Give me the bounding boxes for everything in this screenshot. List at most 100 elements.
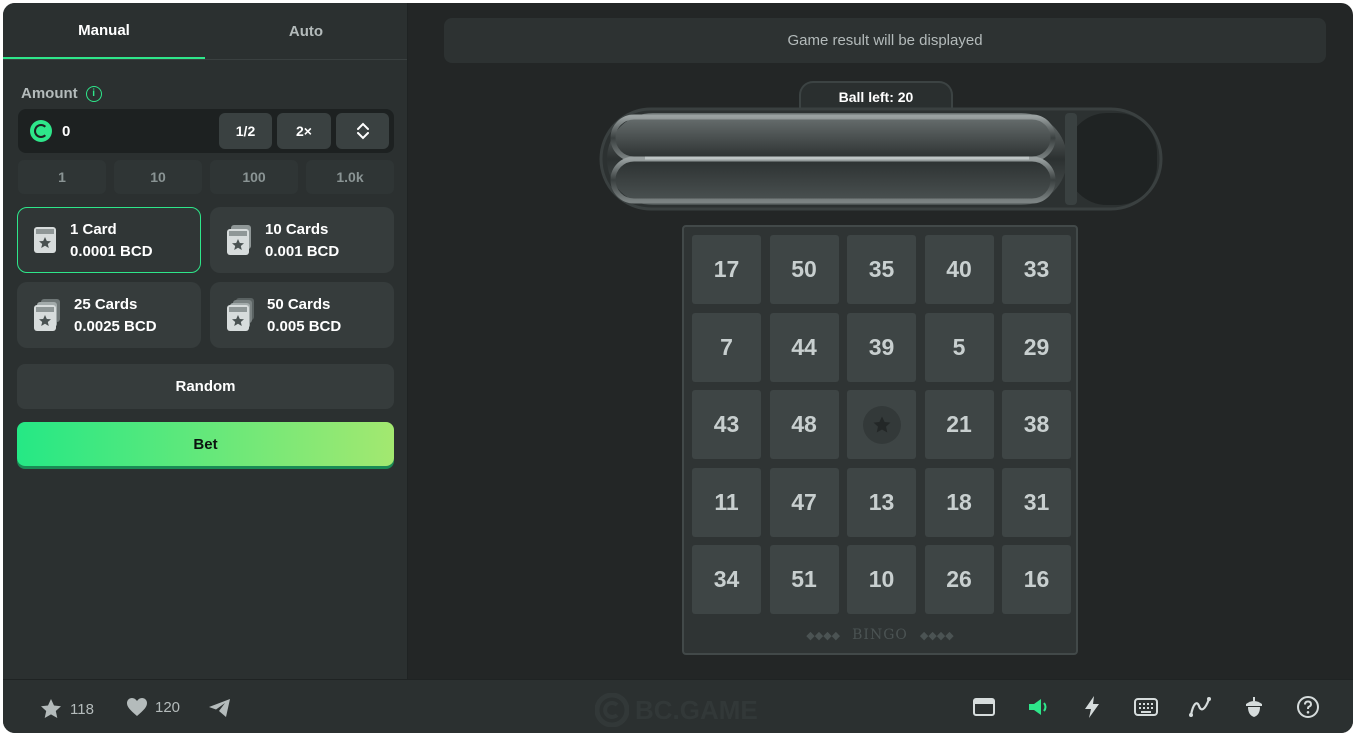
bingo-cell: 51 <box>769 545 839 614</box>
bingo-cell: 47 <box>769 467 839 537</box>
bingo-grid: 17 50 35 40 33 7 44 39 5 29 43 48 21 38 … <box>692 235 1071 614</box>
bingo-cell: 7 <box>692 312 761 382</box>
seed-button[interactable] <box>1242 695 1266 719</box>
amount-stepper[interactable] <box>336 113 389 149</box>
card-option-title: 25 Cards <box>74 295 138 313</box>
amount-input[interactable] <box>62 122 202 140</box>
bingo-cell: 39 <box>847 312 916 382</box>
bingo-cell: 26 <box>924 545 994 614</box>
help-icon <box>1297 696 1319 718</box>
card-option-title: 10 Cards <box>265 220 329 238</box>
like-button[interactable]: 120 <box>126 697 180 717</box>
bingo-cards-icon <box>227 225 251 255</box>
ball-tube: Ball left: 20 <box>599 81 1164 211</box>
bingo-cell: 44 <box>769 312 839 382</box>
ball-tube-graphic <box>599 107 1163 211</box>
chevron-up-icon[interactable] <box>356 122 369 130</box>
bingo-cell: 40 <box>924 235 994 304</box>
bingo-free-cell <box>847 390 916 459</box>
bingo-cell: 10 <box>847 545 916 614</box>
bingo-cell: 50 <box>769 235 839 304</box>
window-mode-button[interactable] <box>972 695 996 719</box>
tab-auto[interactable]: Auto <box>205 3 407 59</box>
card-option-title: 1 Card <box>70 220 117 238</box>
acorn-icon <box>1246 697 1262 717</box>
bingo-cards-icon <box>34 299 60 331</box>
window-icon <box>973 698 995 716</box>
diamond-decoration-icon: ◆◆◆◆ <box>919 628 954 642</box>
bingo-cell: 18 <box>924 467 994 537</box>
bingo-cell: 11 <box>692 467 761 537</box>
info-icon[interactable]: i <box>85 85 102 102</box>
likes-count: 120 <box>155 698 181 716</box>
bingo-cards-icon <box>227 298 254 331</box>
keyboard-button[interactable] <box>1134 695 1158 719</box>
hotkeys-button[interactable] <box>1080 695 1104 719</box>
half-button[interactable]: 1/2 <box>219 113 272 149</box>
keyboard-icon <box>1134 698 1158 716</box>
bingo-cell: 34 <box>692 545 761 614</box>
card-option-price: 0.005 BCD <box>267 317 342 335</box>
telegram-icon <box>209 699 230 717</box>
quick-amounts: 1 10 100 1.0k <box>18 160 394 194</box>
bc-logo-icon <box>595 693 629 727</box>
bingo-card-icon <box>34 227 56 253</box>
card-option-price: 0.0001 BCD <box>70 242 153 260</box>
help-button[interactable] <box>1296 695 1320 719</box>
bingo-cell: 35 <box>847 235 916 304</box>
bc-game-logo: BC.GAME <box>595 693 758 727</box>
bingo-cell: 33 <box>1002 235 1071 304</box>
card-option-10[interactable]: 10 Cards 0.001 BCD <box>210 207 394 273</box>
mode-tabs: Manual Auto <box>3 3 407 60</box>
heart-icon <box>127 698 147 716</box>
bingo-cell: 48 <box>769 390 839 459</box>
speaker-icon <box>1029 699 1047 715</box>
favorite-button[interactable]: 118 <box>39 697 94 721</box>
card-option-title: 50 Cards <box>267 295 331 313</box>
route-icon <box>1189 697 1211 717</box>
star-icon <box>41 699 61 718</box>
game-window: Manual Auto Amount i 1/2 2× 1 10 100 1.0… <box>3 3 1353 733</box>
chevron-down-icon[interactable] <box>356 132 369 140</box>
amount-field: 1/2 2× <box>18 109 394 153</box>
bingo-footer-label: BINGO <box>852 627 908 643</box>
quick-amount-10[interactable]: 10 <box>114 160 202 194</box>
tab-manual[interactable]: Manual <box>3 3 205 59</box>
bc-coin-icon <box>30 120 52 142</box>
bottom-toolbar: 118 120 BC.GAME <box>3 679 1353 733</box>
bingo-cell: 38 <box>1002 390 1071 459</box>
bingo-cell: 43 <box>692 390 761 459</box>
card-option-50[interactable]: 50 Cards 0.005 BCD <box>210 282 394 348</box>
star-icon <box>862 405 901 444</box>
provably-fair-button[interactable] <box>1188 695 1212 719</box>
random-button[interactable]: Random <box>17 364 394 409</box>
card-option-25[interactable]: 25 Cards 0.0025 BCD <box>17 282 201 348</box>
share-telegram-button[interactable] <box>208 697 232 719</box>
bingo-cell: 21 <box>924 390 994 459</box>
amount-label-text: Amount <box>21 85 78 102</box>
double-button[interactable]: 2× <box>277 113 331 149</box>
quick-amount-100[interactable]: 100 <box>210 160 298 194</box>
bingo-footer: ◆◆◆◆ BINGO ◆◆◆◆ <box>684 627 1076 643</box>
bingo-cell: 5 <box>924 312 994 382</box>
bingo-cell: 31 <box>1002 467 1071 537</box>
quick-amount-1k[interactable]: 1.0k <box>306 160 394 194</box>
diamond-decoration-icon: ◆◆◆◆ <box>806 628 841 642</box>
card-option-price: 0.001 BCD <box>265 242 340 260</box>
brand-name: BC.GAME <box>635 694 758 725</box>
card-count-options: 1 Card 0.0001 BCD 10 Cards 0.001 BCD 25 … <box>17 207 394 348</box>
amount-label: Amount i <box>21 85 102 102</box>
bingo-cell: 17 <box>692 235 761 304</box>
bet-button[interactable]: Bet <box>17 422 394 466</box>
sound-button[interactable] <box>1026 695 1050 719</box>
card-option-price: 0.0025 BCD <box>74 317 157 335</box>
bet-panel: Manual Auto Amount i 1/2 2× 1 10 100 1.0… <box>3 3 408 679</box>
bingo-cell: 16 <box>1002 545 1071 614</box>
card-option-1[interactable]: 1 Card 0.0001 BCD <box>17 207 201 273</box>
quick-amount-1[interactable]: 1 <box>18 160 106 194</box>
bingo-cell: 29 <box>1002 312 1071 382</box>
game-result-bar: Game result will be displayed <box>444 18 1326 63</box>
bingo-cell: 13 <box>847 467 916 537</box>
favorites-count: 118 <box>70 700 94 718</box>
lightning-icon <box>1085 696 1099 718</box>
